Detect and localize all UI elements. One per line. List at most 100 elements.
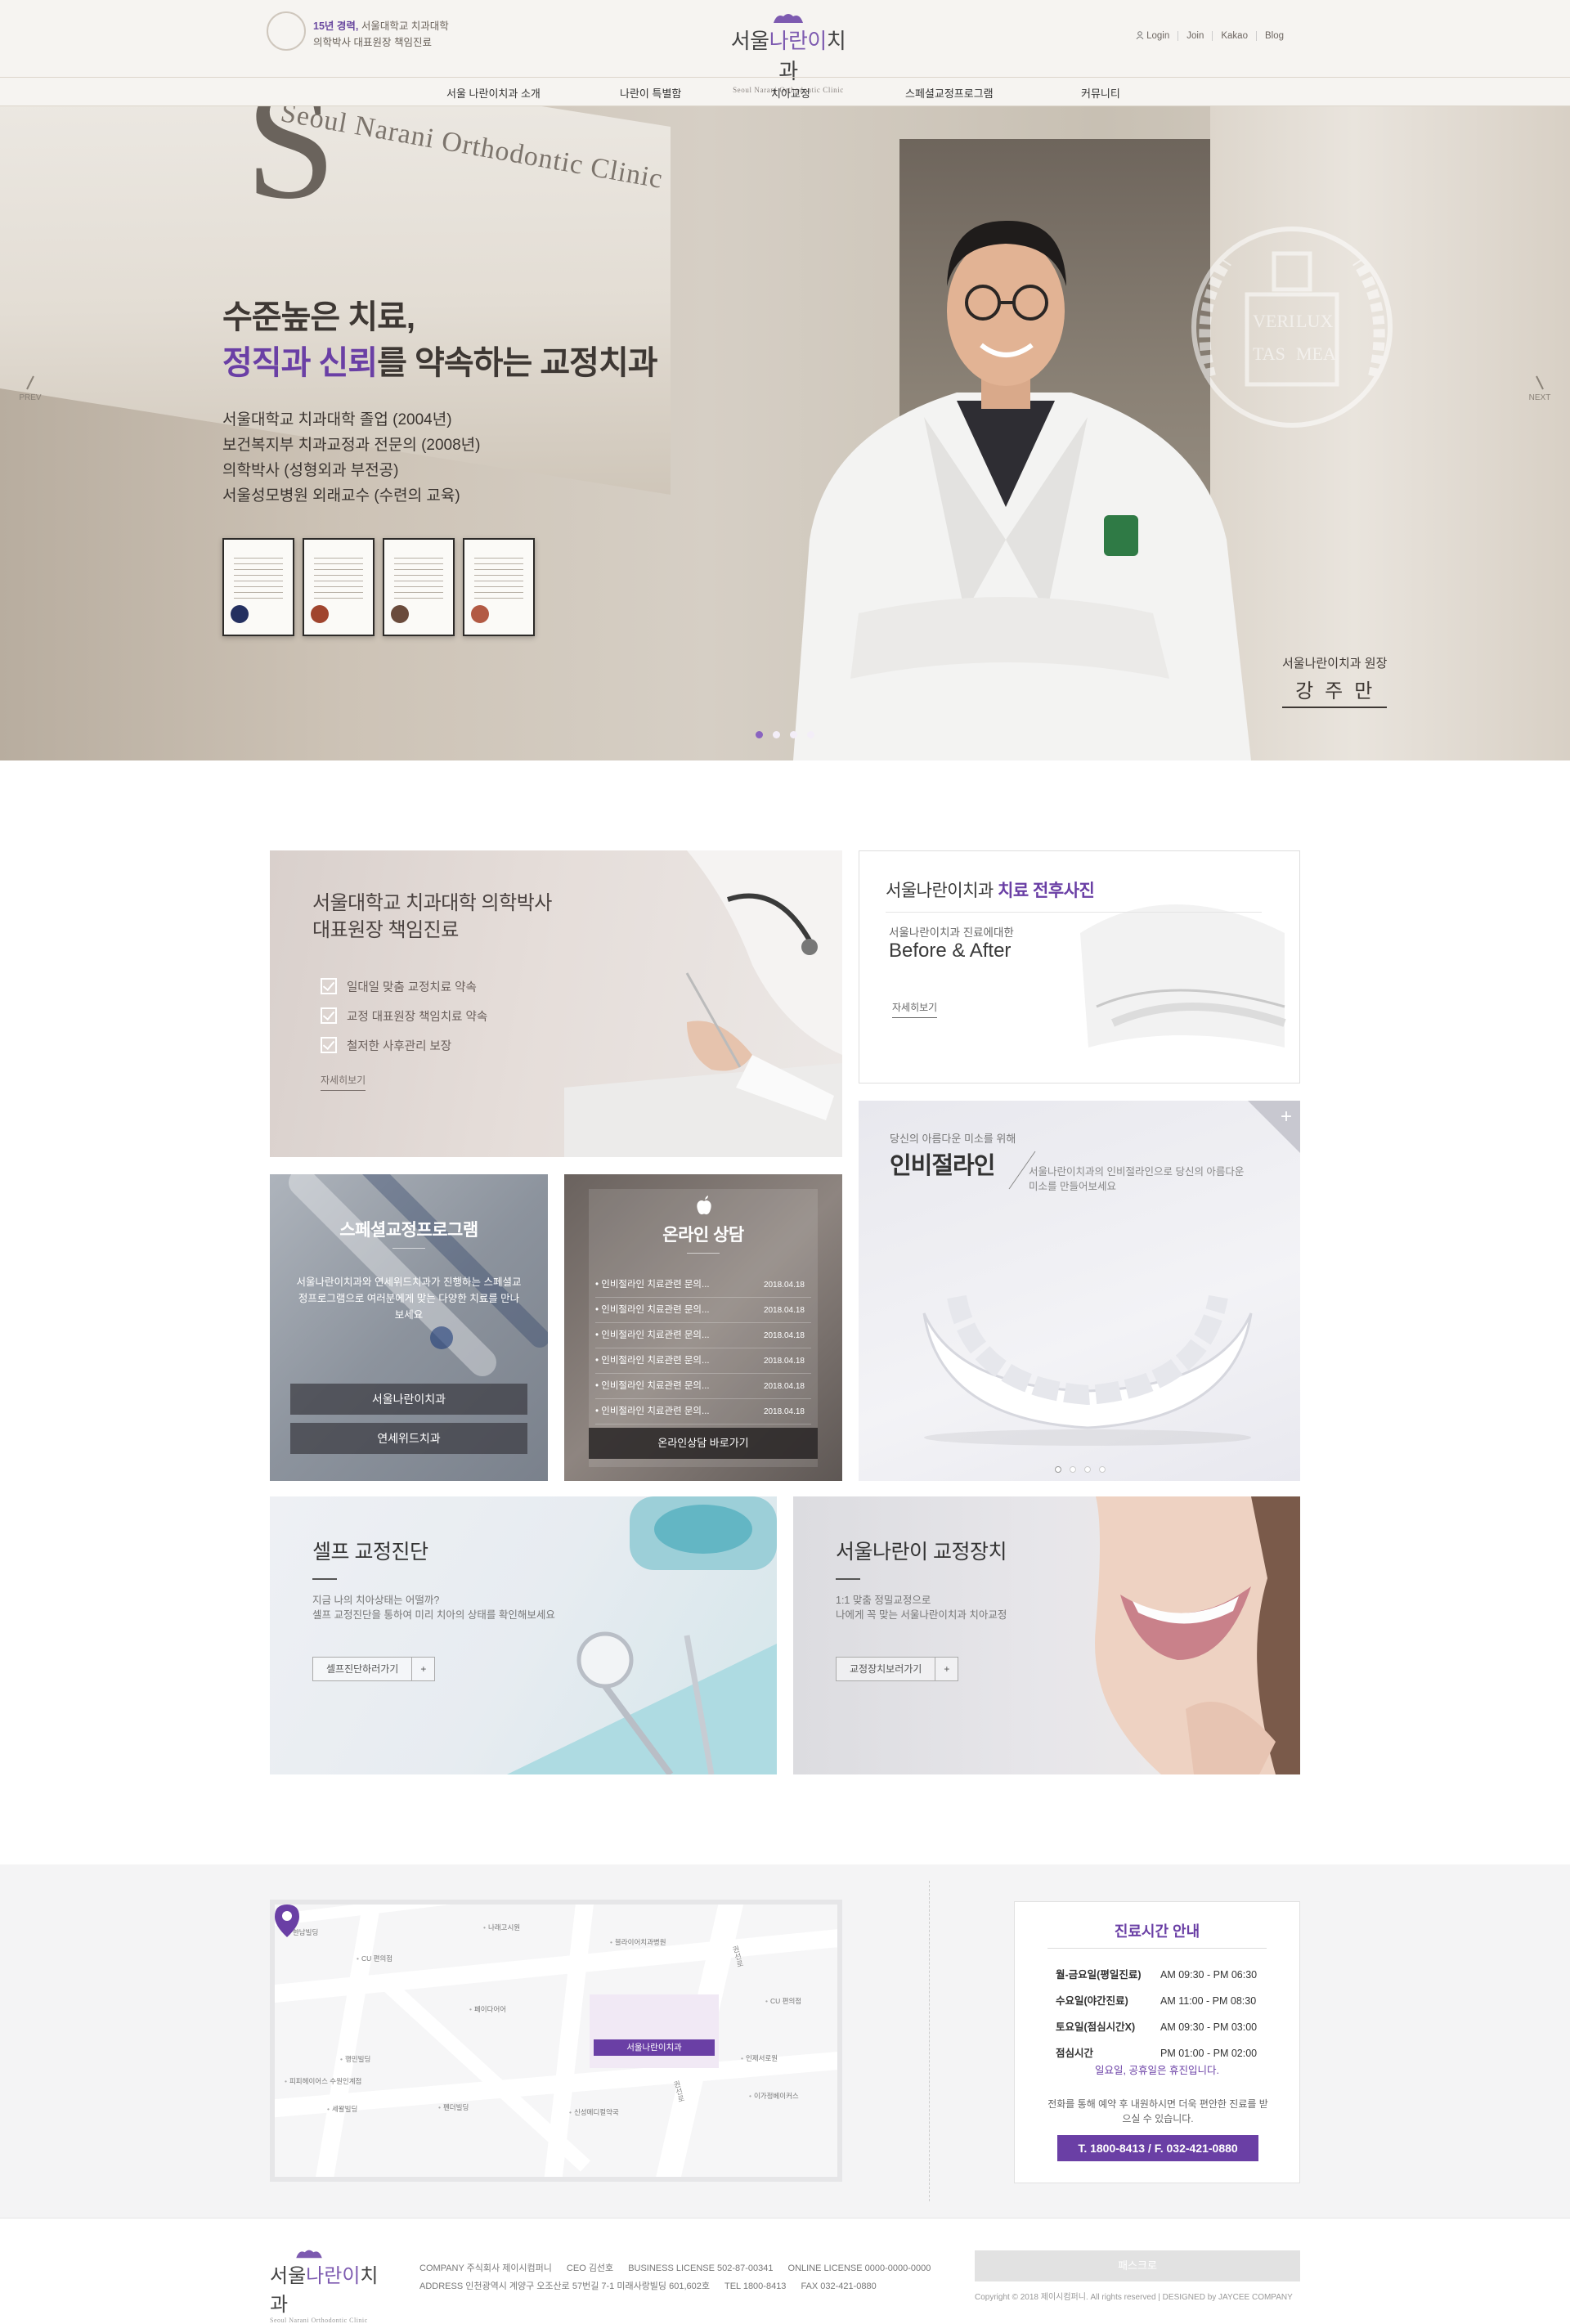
consult-row[interactable]: • 인비절라인 치료관련 문의... 2018.04.18 [595, 1374, 811, 1399]
doctor-card-title-1: 서울대학교 치과대학 의학박사 [312, 892, 552, 914]
invisalign-desc-2: 미소를 만들어보세요 [1029, 1181, 1116, 1192]
certificate-thumb[interactable] [383, 538, 455, 636]
clinic-hours-box: 진료시간 안내 월-금요일(평일진료) AM 09:30 - PM 06:30 수… [1014, 1901, 1300, 2183]
hero-dot-1[interactable] [756, 731, 763, 738]
footer-logo-b: 나란이 [306, 2265, 361, 2287]
hero-dot-2[interactable] [773, 731, 780, 738]
company-info: COMPANY 주식회사 제이시컴퍼니 CEO 김선호 BUSINESS LICEN… [419, 2259, 931, 2295]
copyright: Copyright © 2018 제이시컴퍼니. All rights rese… [975, 2293, 1293, 2302]
consult-row[interactable]: • 인비절라인 치료관련 문의... 2018.04.18 [595, 1298, 811, 1323]
invisalign-card[interactable]: + 당신의 아름다운 미소를 위해 인비절라인 서울나란이치과의 인비절라인으로… [859, 1101, 1300, 1481]
hero-copy: 수준높은 치료, 정직과 신뢰를 약속하는 교정치과 서울대학교 치과대학 졸업… [222, 294, 658, 509]
doctor-more-link[interactable]: 자세히보기 [321, 1073, 366, 1091]
consult-row[interactable]: • 인비절라인 치료관련 문의... 2018.04.18 [595, 1323, 811, 1348]
next-slide-button[interactable]: NEXT [1519, 375, 1560, 402]
self-check-desc: 지금 나의 치아상태는 어떨까? 셀프 교정진단을 통하여 미리 치아의 상태를… [312, 1593, 555, 1622]
divider [1047, 1948, 1267, 1949]
util-blog[interactable]: Blog [1255, 31, 1292, 41]
util-login-label: Login [1146, 31, 1170, 41]
user-icon [1136, 31, 1144, 40]
invisalign-dot-3[interactable] [1084, 1466, 1091, 1473]
director-title: 서울나란이치과 원장 [1282, 657, 1388, 671]
experience-note: 15년 경력, 서울대학교 치과대학 의학박사 대표원장 책임진료 [313, 18, 449, 51]
plus-icon: + [420, 1663, 427, 1675]
certificate-thumb[interactable] [463, 538, 535, 636]
map-label: 신성메디컬약국 [569, 2107, 619, 2117]
dental-mirror-photo [507, 1496, 777, 1774]
consult-list: • 인비절라인 치료관련 문의... 2018.04.18 • 인비절라인 치료관… [595, 1272, 811, 1424]
yonsei-with-button[interactable]: 연세위드치과 [290, 1423, 527, 1454]
consult-row[interactable]: • 인비절라인 치료관련 문의... 2018.04.18 [595, 1399, 811, 1424]
consult-row[interactable]: • 인비절라인 치료관련 문의... 2018.04.18 [595, 1348, 811, 1374]
self-check-button[interactable]: 셀프진단하러가기 + [312, 1657, 436, 1681]
consult-row-title: 인비절라인 치료관련 문의... [601, 1305, 710, 1315]
appliance-button[interactable]: 교정장치보러가기 + [836, 1657, 959, 1681]
doctor-points: 일대일 맞춤 교정치료 약속 교정 대표원장 책임치료 약속 철저한 사후관리 … [321, 973, 487, 1061]
hero-dot-3[interactable] [790, 731, 797, 738]
prev-slide-button[interactable]: PREV [10, 375, 51, 402]
divider [392, 1248, 425, 1249]
next-label: NEXT [1528, 393, 1551, 402]
certificate-thumb[interactable] [303, 538, 375, 636]
section-divider [929, 1881, 930, 2201]
certificate-thumb[interactable] [222, 538, 294, 636]
before-after-sub: 서울나란이치과 진료에대한 [889, 926, 1014, 939]
plus-icon: + [944, 1663, 950, 1675]
appliance-card: 서울나란이 교정장치 1:1 맞춤 정밀교정으로 나에게 꼭 맞는 서울나란이치… [793, 1496, 1300, 1774]
credential-item: 서울대학교 치과대학 졸업 (2004년) [222, 411, 452, 428]
util-join[interactable]: Join [1178, 31, 1213, 41]
before-after-more-link[interactable]: 자세히보기 [892, 1000, 938, 1018]
invisalign-dot-1[interactable] [1055, 1466, 1061, 1473]
invisalign-title: 인비절라인 [890, 1153, 995, 1179]
doctor-point: 교정 대표원장 책임치료 약속 [321, 1003, 487, 1032]
hero-dot-4[interactable] [807, 731, 814, 738]
company-ceo: CEO 김선호 [566, 2263, 614, 2273]
map-label: 인제서로원 [741, 2053, 778, 2063]
before-after-title-b: 치료 전후사진 [998, 882, 1095, 900]
divider [312, 1578, 337, 1580]
hours-time: AM 11:00 - PM 08:30 [1160, 1995, 1257, 2007]
map-label: 이가정베이커스 [749, 2091, 799, 2101]
util-login[interactable]: Login [1128, 31, 1178, 41]
site-footer: 서울나란이치과 Seoul Narani Orthodontic Clinic … [0, 2218, 1570, 2324]
map-label: 세왈빌딩 [327, 2104, 357, 2114]
invisalign-desc-1: 서울나란이치과의 인비절라인으로 당신의 아름다운 [1029, 1166, 1245, 1178]
company-tel: TEL 1800-8413 [724, 2281, 787, 2291]
nav-item-community[interactable]: 커뮤니티 [1081, 85, 1120, 101]
util-kakao[interactable]: Kakao [1212, 31, 1256, 41]
phone-button[interactable]: T. 1800-8413 / F. 032-421-0880 [1057, 2135, 1258, 2161]
plus-icon[interactable]: + [1281, 1106, 1292, 1128]
doctor-card[interactable]: 서울대학교 치과대학 의학박사 대표원장 책임진료 일대일 맞춤 교정치료 약속… [270, 850, 842, 1157]
doctor-point-label: 철저한 사후관리 보장 [347, 1040, 452, 1053]
site-header: 15년 경력, 서울대학교 치과대학 의학박사 대표원장 책임진료 서울나란이치… [0, 0, 1570, 106]
self-check-desc-1: 지금 나의 치아상태는 어떨까? [312, 1595, 440, 1606]
before-after-card[interactable]: 서울나란이치과 치료 전후사진 서울나란이치과 진료에대한 Before & A… [859, 850, 1300, 1083]
hours-day: 점심시간 [1056, 2048, 1094, 2059]
credential-item: 의학박사 (성형외과 부전공) [222, 462, 399, 479]
nav-item-intro[interactable]: 서울 나란이치과 소개 [446, 85, 541, 101]
invisalign-dot-4[interactable] [1099, 1466, 1106, 1473]
invisalign-dot-2[interactable] [1070, 1466, 1076, 1473]
online-consult-button[interactable]: 온라인상담 바로가기 [589, 1428, 818, 1459]
clinic-hours-title: 진료시간 안내 [1114, 1923, 1200, 1940]
nav-item-special[interactable]: 나란이 특별함 [620, 85, 681, 101]
seoul-narani-button[interactable]: 서울나란이치과 [290, 1384, 527, 1415]
corner-tab [1248, 1101, 1300, 1153]
doctor-point-label: 교정 대표원장 책임치료 약속 [347, 1011, 488, 1024]
director-caption: 서울나란이치과 원장 강주만 [1282, 654, 1388, 708]
self-check-button-label: 셀프진단하러가기 [313, 1658, 413, 1680]
online-consult-title: 온라인 상담 [662, 1226, 744, 1245]
footer-box[interactable]: 패스크로 [975, 2250, 1300, 2281]
special-program-card: 스페셜교정프로그램 서울나란이치과와 연세위드치과가 진행하는 스페셜교정프로그… [270, 1174, 548, 1481]
consult-row-date: 2018.04.18 [763, 1407, 805, 1416]
consult-row-date: 2018.04.18 [763, 1331, 805, 1340]
consult-row[interactable]: • 인비절라인 치료관련 문의... 2018.04.18 [595, 1272, 811, 1298]
online-license: ONLINE LICENSE 0000-0000-0000 [787, 2263, 931, 2273]
nav-item-orthodontics[interactable]: 치아교정 [771, 85, 810, 101]
nav-item-program[interactable]: 스페셜교정프로그램 [905, 85, 994, 101]
consult-row-date: 2018.04.18 [763, 1281, 805, 1290]
checkbox-icon [321, 1007, 337, 1024]
director-name: 강주만 [1282, 675, 1388, 708]
location-map[interactable]: 한남빌딩 CU 편의점 나래고시원 블라이어치과병원 페이다어어 CU 편의점 … [270, 1900, 842, 2182]
footer-logo[interactable]: 서울나란이치과 Seoul Narani Orthodontic Clinic [270, 2248, 392, 2324]
